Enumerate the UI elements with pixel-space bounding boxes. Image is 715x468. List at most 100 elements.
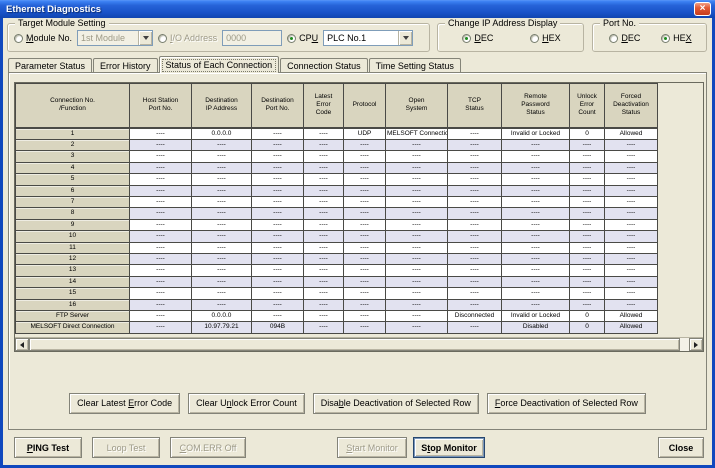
grid-cell[interactable]: ---- [130,174,192,185]
grid-cell[interactable]: ---- [304,265,344,276]
grid-cell[interactable]: ---- [502,288,570,299]
grid-cell[interactable]: Allowed [605,322,658,333]
tab-connection-status[interactable]: Connection Status [280,58,368,72]
grid-cell[interactable]: ---- [304,174,344,185]
grid-cell[interactable]: ---- [130,128,192,140]
grid-cell[interactable]: 094B [252,322,304,333]
grid-cell[interactable]: 10.97.79.21 [192,322,252,333]
grid-cell[interactable]: ---- [448,208,502,219]
grid-cell[interactable]: ---- [192,288,252,299]
row-header[interactable]: 8 [16,208,130,219]
grid-cell[interactable]: ---- [130,311,192,322]
grid-cell[interactable]: ---- [386,139,448,150]
grid-cell[interactable]: ---- [304,151,344,162]
grid-cell[interactable]: ---- [130,242,192,253]
grid-cell[interactable]: ---- [304,185,344,196]
radio-icon[interactable] [14,34,23,43]
grid-cell[interactable]: ---- [252,253,304,264]
grid-cell[interactable]: ---- [252,139,304,150]
row-header[interactable]: 13 [16,265,130,276]
grid-cell[interactable]: ---- [252,242,304,253]
grid-cell[interactable]: ---- [605,288,658,299]
table-row[interactable]: 2---------------------------------------… [16,139,658,150]
disable-deactivation-button[interactable]: Disable Deactivation of Selected Row [313,393,479,414]
grid-cell[interactable]: ---- [570,299,605,310]
grid-cell[interactable]: ---- [304,311,344,322]
table-row[interactable]: 10--------------------------------------… [16,231,658,242]
grid-cell[interactable]: 0 [570,128,605,140]
grid-cell[interactable]: ---- [502,265,570,276]
grid-cell[interactable]: ---- [605,219,658,230]
grid-cell[interactable]: ---- [448,265,502,276]
grid-cell[interactable]: ---- [502,208,570,219]
grid-cell[interactable]: ---- [252,311,304,322]
grid-cell[interactable]: ---- [386,288,448,299]
row-header[interactable]: 11 [16,242,130,253]
grid-cell[interactable]: ---- [570,242,605,253]
table-row[interactable]: 7---------------------------------------… [16,196,658,207]
grid-cell[interactable]: ---- [130,151,192,162]
grid-cell[interactable]: ---- [344,151,386,162]
grid-cell[interactable]: ---- [344,231,386,242]
grid-cell[interactable]: ---- [570,185,605,196]
grid-cell[interactable]: ---- [386,276,448,287]
grid-cell[interactable]: ---- [344,208,386,219]
grid-cell[interactable]: ---- [192,242,252,253]
grid-cell[interactable]: Invalid or Locked [502,128,570,140]
grid-cell[interactable]: 0 [570,311,605,322]
table-row[interactable]: 13--------------------------------------… [16,265,658,276]
grid-cell[interactable]: ---- [605,231,658,242]
io-address-radio[interactable]: I/O Address [158,33,217,43]
grid-cell[interactable]: ---- [304,276,344,287]
grid-cell[interactable]: 0.0.0.0 [192,128,252,140]
table-row[interactable]: 8---------------------------------------… [16,208,658,219]
radio-icon[interactable] [661,34,670,43]
grid-cell[interactable]: ---- [448,151,502,162]
grid-cell[interactable]: ---- [130,253,192,264]
grid-cell[interactable]: ---- [130,299,192,310]
grid-cell[interactable]: UDP [344,128,386,140]
grid-cell[interactable]: ---- [605,151,658,162]
grid-cell[interactable]: ---- [192,139,252,150]
ping-test-button[interactable]: PING Test [14,437,82,458]
grid-cell[interactable]: ---- [605,299,658,310]
grid-cell[interactable]: ---- [605,276,658,287]
grid-cell[interactable]: ---- [386,253,448,264]
grid-cell[interactable]: ---- [448,174,502,185]
stop-monitor-button[interactable]: Stop Monitor [413,437,485,458]
row-header[interactable]: 16 [16,299,130,310]
grid-cell[interactable]: ---- [304,208,344,219]
grid-cell[interactable]: ---- [192,265,252,276]
force-deactivation-button[interactable]: Force Deactivation of Selected Row [487,393,646,414]
horizontal-scrollbar[interactable] [15,337,703,351]
grid-cell[interactable]: ---- [570,162,605,173]
grid-cell[interactable]: ---- [304,322,344,333]
grid-cell[interactable]: ---- [344,299,386,310]
row-header[interactable]: 5 [16,174,130,185]
grid-cell[interactable]: ---- [502,196,570,207]
grid-cell[interactable]: ---- [130,231,192,242]
grid-cell[interactable]: ---- [344,311,386,322]
grid-cell[interactable]: ---- [386,219,448,230]
grid-cell[interactable]: ---- [192,185,252,196]
grid-cell[interactable]: ---- [252,219,304,230]
grid-cell[interactable]: ---- [130,208,192,219]
grid-cell[interactable]: Allowed [605,128,658,140]
row-header[interactable]: 1 [16,128,130,140]
grid-cell[interactable]: ---- [304,128,344,140]
grid-cell[interactable]: ---- [304,231,344,242]
grid-cell[interactable]: ---- [570,196,605,207]
grid-cell[interactable]: ---- [386,174,448,185]
grid-cell[interactable]: ---- [252,299,304,310]
table-row[interactable]: 11--------------------------------------… [16,242,658,253]
grid-cell[interactable]: ---- [192,162,252,173]
grid-cell[interactable]: ---- [448,139,502,150]
radio-icon[interactable] [287,34,296,43]
grid-cell[interactable]: ---- [502,242,570,253]
grid-cell[interactable]: ---- [252,185,304,196]
grid-cell[interactable]: 0.0.0.0 [192,311,252,322]
grid-cell[interactable]: ---- [252,208,304,219]
grid-cell[interactable]: ---- [570,253,605,264]
grid-cell[interactable]: ---- [130,219,192,230]
grid-cell[interactable]: ---- [570,231,605,242]
